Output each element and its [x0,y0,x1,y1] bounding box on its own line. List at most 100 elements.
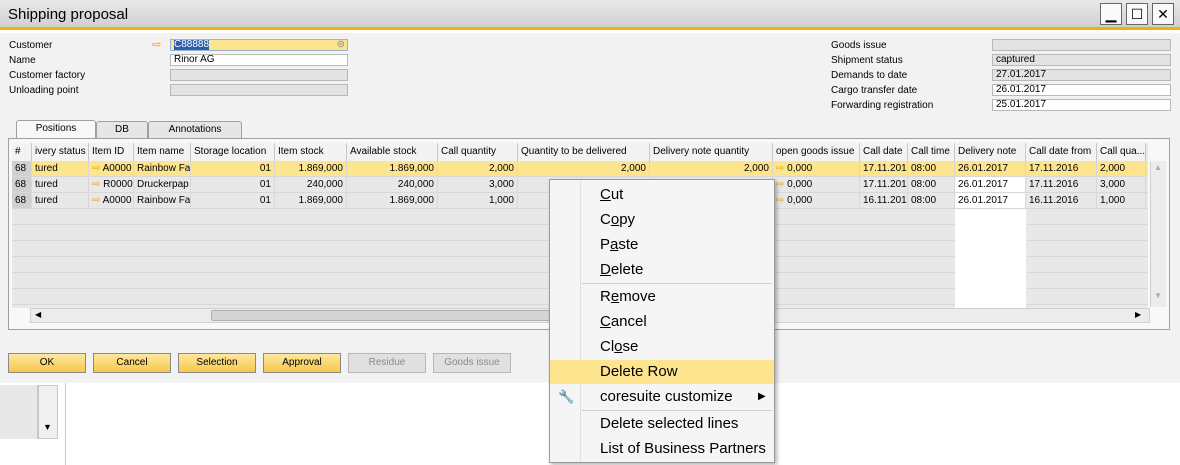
column-header[interactable]: Available stock [347,143,438,161]
choose-from-list-icon[interactable]: ⊜ [337,40,345,50]
menu-item-paste[interactable]: Paste [550,233,774,257]
tab-annotations[interactable]: Annotations [148,121,242,138]
menu-item-delete-row[interactable]: Delete Row [550,360,774,384]
table-cell[interactable]: ⇨ A0000 [89,193,134,209]
menu-item-coresuite-customize[interactable]: 🔧 coresuite customize ▶ [550,385,774,409]
table-cell[interactable]: 68 [12,177,32,193]
menu-item-delete[interactable]: Delete [550,258,774,282]
table-cell[interactable]: 1.869,000 [275,161,347,177]
table-cell[interactable]: 2,000 [1097,161,1146,177]
demands-to-date-field[interactable]: 27.01.2017 [992,69,1171,81]
column-header[interactable]: Call time [908,143,955,161]
menu-item-copy[interactable]: Copy [550,208,774,232]
menu-item-cut[interactable]: Cut [550,183,774,207]
link-arrow-icon[interactable]: ⇨ [776,163,787,174]
column-header[interactable]: Call qua... [1097,143,1146,161]
table-cell[interactable]: ⇨ R0000 [89,177,134,193]
table-cell[interactable]: 16.11.2016 [860,193,908,209]
scroll-down-icon[interactable]: ▼ [1154,291,1162,300]
table-cell[interactable]: 01 [191,193,275,209]
menu-item-remove[interactable]: Remove [550,285,774,309]
scroll-up-icon[interactable]: ▲ [1154,163,1162,172]
column-header[interactable]: Item ID [89,143,134,161]
table-cell[interactable]: ⇨ 0,000 [773,193,860,209]
customer-field[interactable]: C88888 ⊜ [170,39,348,51]
table-cell[interactable]: ⇨ 0,000 [773,177,860,193]
customer-factory-field[interactable] [170,69,348,81]
table-cell[interactable]: 08:00 [908,161,955,177]
table-cell[interactable]: 2,000 [518,161,650,177]
column-header[interactable]: Item name [134,143,191,161]
vertical-scrollbar[interactable]: ▲ ▼ [1150,161,1166,307]
table-cell[interactable]: Rainbow Fa [134,161,191,177]
column-header[interactable]: ivery status [32,143,89,161]
table-cell[interactable]: 26.01.2017 [955,177,1026,193]
column-header[interactable]: Quantity to be delivered [518,143,650,161]
tab-db[interactable]: DB [96,121,148,138]
table-cell[interactable]: 3,000 [1097,177,1146,193]
link-arrow-icon[interactable]: ⇨ [92,163,103,174]
name-field[interactable]: Rinor AG [170,54,348,66]
scrollbar-thumb[interactable] [211,310,561,321]
link-arrow-icon[interactable]: ⇨ [776,179,787,190]
goods-issue-field[interactable] [992,39,1171,51]
table-cell[interactable]: 68 [12,193,32,209]
table-cell[interactable]: 17.11.2016 [1026,161,1097,177]
table-cell[interactable]: 01 [191,177,275,193]
table-cell[interactable]: 2,000 [438,161,518,177]
residue-button[interactable]: Residue [348,353,426,373]
cancel-button[interactable]: Cancel [93,353,171,373]
close-button[interactable]: ✕ [1152,3,1174,25]
column-header[interactable]: Delivery note [955,143,1026,161]
table-cell[interactable]: 1.869,000 [347,161,438,177]
table-cell[interactable]: 01 [191,161,275,177]
maximize-button[interactable]: ☐ [1126,3,1148,25]
scroll-right-icon[interactable]: ▶ [1135,310,1141,319]
table-cell[interactable]: 17.11.2016 [860,161,908,177]
selection-button[interactable]: Selection [178,353,256,373]
ok-button[interactable]: OK [8,353,86,373]
table-cell[interactable]: 17.11.2016 [860,177,908,193]
menu-item-cancel[interactable]: Cancel [550,310,774,334]
menu-item-close[interactable]: Close [550,335,774,359]
column-header[interactable]: # [12,143,32,161]
link-arrow-icon[interactable]: ⇨ [152,38,161,51]
menu-item-list-of-business-partners[interactable]: List of Business Partners [550,437,774,461]
table-cell[interactable]: 240,000 [275,177,347,193]
link-arrow-icon[interactable]: ⇨ [776,195,787,206]
shipment-status-field[interactable]: captured [992,54,1171,66]
table-cell[interactable]: 1.869,000 [347,193,438,209]
scroll-left-icon[interactable]: ◀ [35,310,41,319]
column-header[interactable]: Item stock [275,143,347,161]
table-cell[interactable]: 08:00 [908,177,955,193]
table-cell[interactable]: 26.01.2017 [955,193,1026,209]
column-header[interactable]: Delivery note quantity [650,143,773,161]
scroll-down-icon[interactable]: ▼ [43,422,52,432]
table-cell[interactable]: 1,000 [1097,193,1146,209]
table-cell[interactable]: 68 [12,161,32,177]
link-arrow-icon[interactable]: ⇨ [92,179,103,190]
table-cell[interactable]: ⇨ 0,000 [773,161,860,177]
table-cell[interactable]: 2,000 [650,161,773,177]
unloading-point-field[interactable] [170,84,348,96]
table-cell[interactable]: tured [32,193,89,209]
column-header[interactable]: Call date [860,143,908,161]
table-cell[interactable]: 16.11.2016 [1026,193,1097,209]
side-scrollbar[interactable]: ▼ [38,385,58,439]
minimize-button[interactable]: ▁ [1100,3,1122,25]
table-cell[interactable]: 17.11.2016 [1026,177,1097,193]
approval-button[interactable]: Approval [263,353,341,373]
table-cell[interactable]: tured [32,177,89,193]
menu-item-delete-selected-lines[interactable]: Delete selected lines [550,412,774,436]
table-cell[interactable]: ⇨ A0000 [89,161,134,177]
column-header[interactable]: Call quantity [438,143,518,161]
cargo-transfer-date-field[interactable]: 26.01.2017 [992,84,1171,96]
table-cell[interactable]: 26.01.2017 [955,161,1026,177]
table-cell[interactable]: 1,000 [438,193,518,209]
column-header[interactable]: Storage location [191,143,275,161]
table-cell[interactable]: 3,000 [438,177,518,193]
table-cell[interactable]: Rainbow Fa [134,193,191,209]
column-header[interactable]: open goods issue [773,143,860,161]
tab-positions[interactable]: Positions [16,120,96,139]
table-cell[interactable]: 1.869,000 [275,193,347,209]
